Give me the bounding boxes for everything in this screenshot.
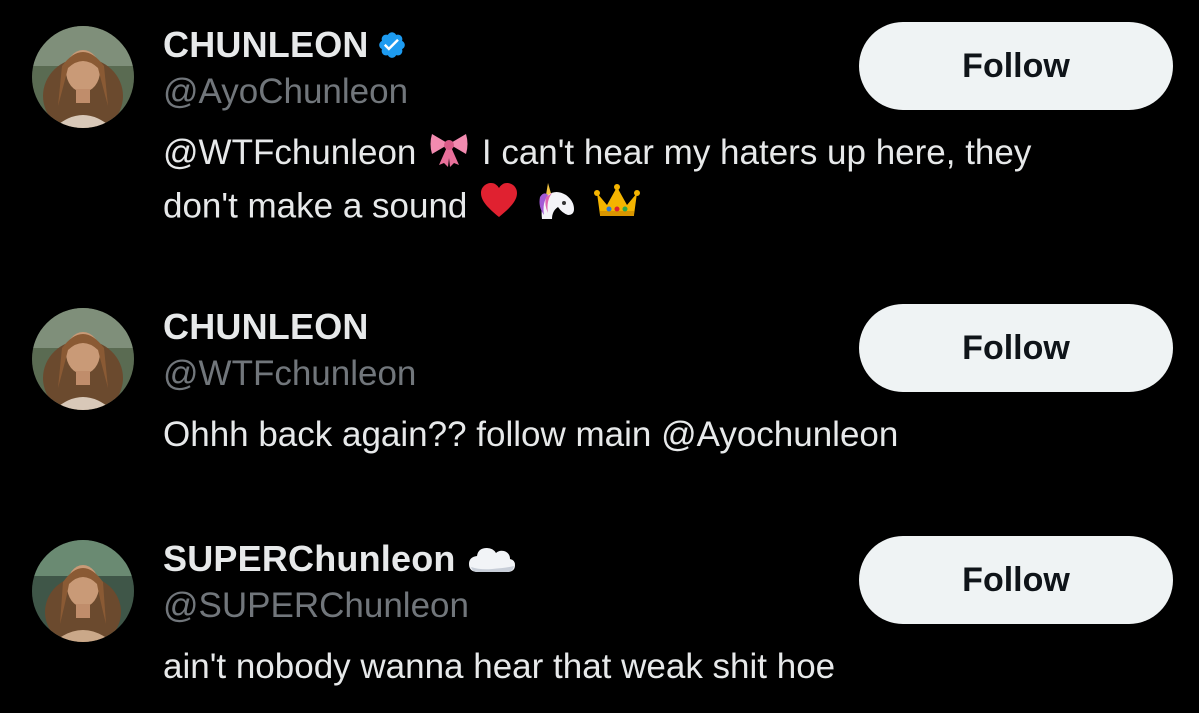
bio-text: @WTFchunleon I can't hear my haters up h… (163, 128, 1173, 235)
avatar[interactable] (32, 26, 134, 128)
display-name[interactable]: CHUNLEON (163, 306, 369, 348)
ribbon-emoji (429, 129, 469, 181)
bio-line-1: I can't hear my haters up here, they (481, 133, 1032, 172)
user-handle: @SUPERChunleon (163, 586, 469, 625)
avatar[interactable] (32, 540, 134, 642)
unicorn-emoji (534, 181, 578, 235)
account-row-ayochunleon[interactable]: CHUNLEON @AyoChunleon @WTFchunleon I can… (0, 22, 1199, 242)
red-heart-emoji (480, 182, 518, 233)
bio-text: ain't nobody wanna hear that weak shit h… (163, 647, 836, 686)
bio-line-2: don't make a sound (163, 186, 468, 225)
avatar-photo (32, 26, 134, 128)
bio-text: Ohhh back again?? follow main @Ayochunle… (163, 415, 899, 454)
display-name[interactable]: SUPERChunleon (163, 538, 456, 580)
display-name[interactable]: CHUNLEON (163, 24, 369, 66)
verified-badge-icon[interactable] (377, 30, 407, 60)
crown-emoji (593, 183, 640, 233)
follow-button[interactable]: Follow (859, 304, 1173, 392)
user-handle: @AyoChunleon (163, 72, 409, 111)
user-handle: @WTFchunleon (163, 354, 417, 393)
account-row-superchunleon[interactable]: SUPERChunleon @SUPERChunleon ain't nobod… (0, 536, 1199, 696)
bio-mention[interactable]: @WTFchunleon (163, 133, 416, 172)
avatar-photo (32, 540, 134, 642)
avatar[interactable] (32, 308, 134, 410)
avatar-photo (32, 308, 134, 410)
cloud-emoji (468, 544, 516, 574)
follow-button[interactable]: Follow (859, 22, 1173, 110)
follow-button[interactable]: Follow (859, 536, 1173, 624)
account-row-wtfchunleon[interactable]: CHUNLEON @WTFchunleon Ohhh back again?? … (0, 304, 1199, 464)
